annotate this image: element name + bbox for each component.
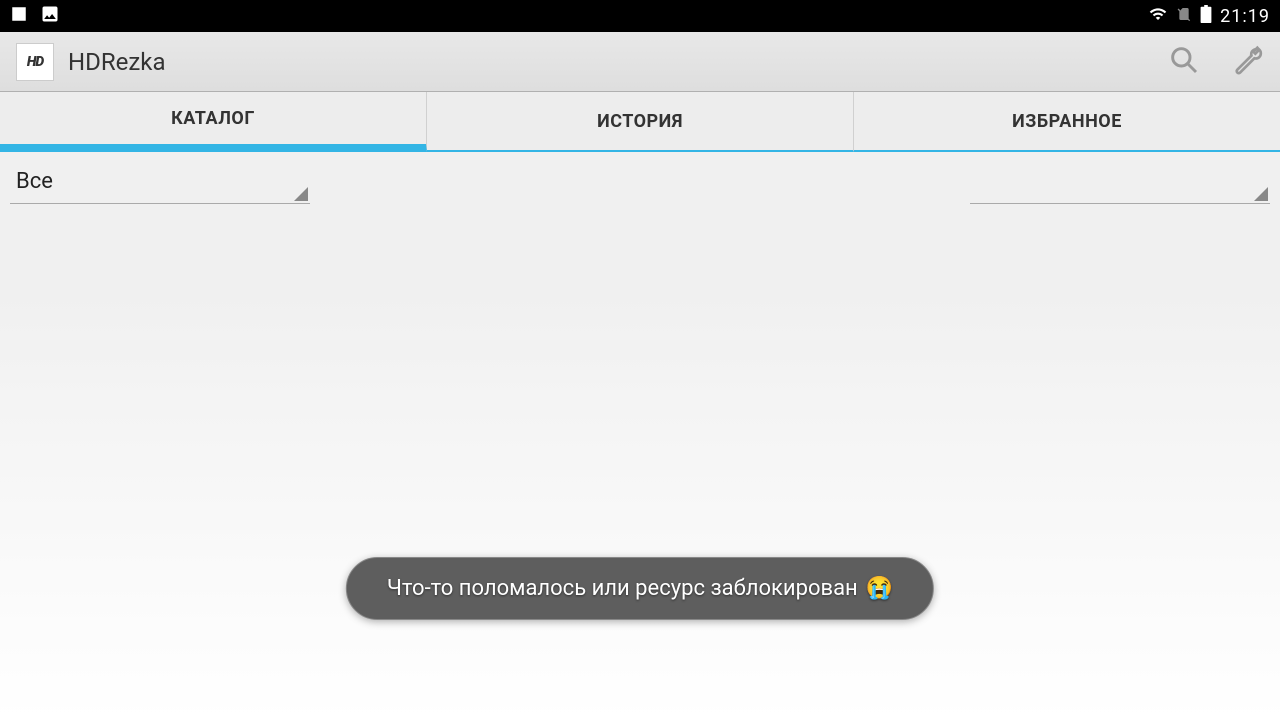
- toast-message: Что-то поломалось или ресурс заблокирова…: [346, 557, 934, 620]
- app-logo[interactable]: HD: [16, 43, 54, 81]
- app-bar: HD HDRezka: [0, 32, 1280, 92]
- tabs: КАТАЛОГ ИСТОРИЯ ИЗБРАННОЕ: [0, 92, 1280, 152]
- no-sim-icon: [1176, 5, 1192, 27]
- status-right: 21:19: [1148, 5, 1270, 27]
- category-spinner-value: Все: [16, 169, 53, 194]
- sort-spinner[interactable]: [970, 164, 1270, 204]
- dropdown-triangle-icon: [1254, 187, 1268, 201]
- status-left: [10, 4, 60, 28]
- app-bar-left: HD HDRezka: [16, 43, 166, 81]
- category-spinner[interactable]: Все: [10, 164, 310, 204]
- status-time: 21:19: [1220, 6, 1270, 27]
- wifi-icon: [1148, 5, 1168, 27]
- dropdown-triangle-icon: [294, 187, 308, 201]
- tab-favorites[interactable]: ИЗБРАННОЕ: [854, 92, 1280, 152]
- crying-emoji-icon: 😭: [866, 576, 893, 601]
- app-bar-right: [1168, 44, 1264, 80]
- tab-history[interactable]: ИСТОРИЯ: [427, 92, 854, 152]
- status-bar: 21:19: [0, 0, 1280, 32]
- settings-wrench-icon[interactable]: [1232, 44, 1264, 80]
- battery-icon: [1200, 5, 1212, 27]
- facebook-icon: [10, 5, 28, 27]
- image-icon: [40, 4, 60, 28]
- tab-catalog[interactable]: КАТАЛОГ: [0, 92, 427, 152]
- search-icon[interactable]: [1168, 44, 1200, 80]
- filters-row: Все: [0, 152, 1280, 216]
- app-title: HDRezka: [68, 48, 166, 76]
- toast-text: Что-то поломалось или ресурс заблокирова…: [387, 576, 858, 601]
